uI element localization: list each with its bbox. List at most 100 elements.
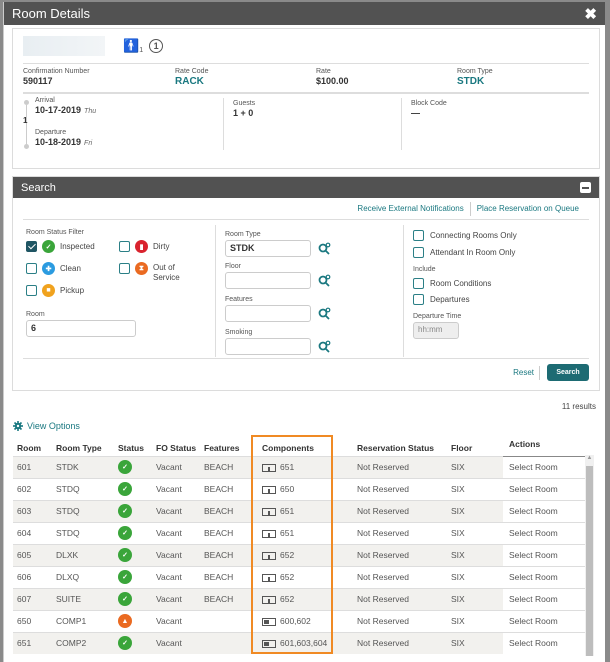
receive-external-notifications-link[interactable]: Receive External Notifications (357, 204, 463, 213)
floor-lookup-icon[interactable] (318, 274, 331, 287)
smoking-input[interactable] (225, 338, 311, 355)
col-status[interactable]: Status (118, 436, 156, 456)
room-number-link[interactable]: 605 (13, 543, 56, 566)
features-cell: BEACH (204, 565, 254, 588)
collapse-icon[interactable] (580, 182, 591, 193)
room-number-link[interactable]: 603 (13, 499, 56, 522)
room-type-label: Room Type (225, 231, 261, 238)
room-type-link[interactable]: COMP1 (56, 609, 118, 632)
select-room-link[interactable]: Select Room (503, 455, 586, 478)
results-scrollbar[interactable]: ▲ (585, 455, 594, 656)
inspected-checkbox[interactable] (26, 241, 37, 252)
features-input[interactable] (225, 305, 311, 322)
reset-button[interactable]: Reset (513, 368, 534, 377)
col-floor[interactable]: Floor (451, 436, 503, 456)
attendant-option[interactable]: Attendant In Room Only (413, 247, 515, 258)
select-room-link[interactable]: Select Room (503, 499, 586, 522)
components-cell: 652 (254, 565, 357, 588)
scroll-up-icon[interactable]: ▲ (585, 455, 594, 465)
connecting-rooms-option[interactable]: Connecting Rooms Only (413, 230, 517, 241)
select-room-link[interactable]: Select Room (503, 477, 586, 500)
select-room-link[interactable]: Select Room (503, 521, 586, 544)
room-type-lookup-icon[interactable] (318, 242, 331, 255)
room-type-link[interactable]: STDQ (56, 499, 118, 522)
col-components[interactable]: Components (254, 436, 357, 456)
room-number-link[interactable]: 651 (13, 631, 56, 654)
room-number-link[interactable]: 650 (13, 609, 56, 632)
select-room-link[interactable]: Select Room (503, 587, 586, 610)
fo-status-cell: Vacant (156, 587, 204, 610)
departures-checkbox[interactable] (413, 294, 424, 305)
out-of-service-checkbox[interactable] (119, 263, 130, 274)
room-type-link[interactable]: STDK (457, 76, 493, 87)
components-cell: 650 (254, 477, 357, 500)
attendant-label: Attendant In Room Only (430, 248, 516, 257)
status-cell: ✓ (118, 499, 156, 522)
room-type-link[interactable]: DLXK (56, 543, 118, 566)
status-filter-clean[interactable]: ✚ Clean (26, 262, 81, 275)
smoking-lookup-icon[interactable] (318, 340, 331, 353)
floor-input[interactable] (225, 272, 311, 289)
room-status-filter-label: Room Status Filter (26, 229, 84, 236)
select-room-link[interactable]: Select Room (503, 609, 586, 632)
connecting-rooms-checkbox[interactable] (413, 230, 424, 241)
scrollbar-thumb[interactable] (586, 466, 593, 656)
status-filter-out-of-service[interactable]: ⧗ Out of Service (119, 262, 193, 283)
room-type-link[interactable]: DLXQ (56, 565, 118, 588)
room-number-link[interactable]: 606 (13, 565, 56, 588)
pickup-label: Pickup (60, 286, 85, 295)
room-type-link[interactable]: STDK (56, 455, 118, 478)
floor-cell: SIX (451, 499, 503, 522)
col-reservation-status[interactable]: Reservation Status (357, 436, 451, 456)
room-type-link[interactable]: STDQ (56, 477, 118, 500)
status-filter-pickup[interactable]: ■ Pickup (26, 284, 84, 297)
divider (223, 98, 224, 150)
place-reservation-on-queue-link[interactable]: Place Reservation on Queue (477, 204, 579, 213)
select-room-link[interactable]: Select Room (503, 565, 586, 588)
floor-cell: SIX (451, 631, 503, 654)
view-options-link[interactable]: View Options (13, 421, 80, 431)
rate-code-link[interactable]: RACK (175, 76, 208, 87)
features-cell: BEACH (204, 521, 254, 544)
room-conditions-option[interactable]: Room Conditions (413, 278, 491, 289)
guest-count: 1 (139, 47, 144, 54)
components-cell: 651 (254, 521, 357, 544)
select-room-link[interactable]: Select Room (503, 631, 586, 654)
room-conditions-checkbox[interactable] (413, 278, 424, 289)
inspected-label: Inspected (60, 242, 95, 251)
clean-checkbox[interactable] (26, 263, 37, 274)
status-filter-dirty[interactable]: ▮ Dirty (119, 240, 169, 253)
close-icon[interactable]: ✖ (584, 5, 597, 23)
room-number-link[interactable]: 601 (13, 455, 56, 478)
col-features[interactable]: Features (204, 436, 254, 456)
col-actions: Actions (503, 436, 586, 457)
col-fo-status[interactable]: FO Status (156, 436, 204, 456)
attendant-checkbox[interactable] (413, 247, 424, 258)
status-cell: ✓ (118, 477, 156, 500)
arrival-date: 10-17-2019 (35, 105, 82, 115)
room-type-link[interactable]: SUITE (56, 587, 118, 610)
floor-cell: SIX (451, 565, 503, 588)
select-room-link[interactable]: Select Room (503, 543, 586, 566)
departure-time-input[interactable]: hh:mm (413, 322, 459, 339)
col-room-type[interactable]: Room Type (56, 436, 118, 456)
floor-cell: SIX (451, 521, 503, 544)
dirty-icon: ▮ (135, 240, 148, 253)
search-button[interactable]: Search (547, 364, 589, 381)
room-type-link[interactable]: COMP2 (56, 631, 118, 654)
components-cell: 651 (254, 499, 357, 522)
departures-option[interactable]: Departures (413, 294, 470, 305)
col-room[interactable]: Room (13, 436, 56, 456)
room-number-link[interactable]: 604 (13, 521, 56, 544)
floor-cell: SIX (451, 609, 503, 632)
table-row: 651 COMP2 ✓ Vacant 601,603,604 Not Reserved SI… (13, 631, 586, 654)
room-type-link[interactable]: STDQ (56, 521, 118, 544)
room-type-input[interactable]: STDK (225, 240, 311, 257)
room-number-link[interactable]: 607 (13, 587, 56, 610)
pickup-checkbox[interactable] (26, 285, 37, 296)
features-lookup-icon[interactable] (318, 307, 331, 320)
room-input[interactable]: 6 (26, 320, 136, 337)
dirty-checkbox[interactable] (119, 241, 130, 252)
room-number-link[interactable]: 602 (13, 477, 56, 500)
status-filter-inspected[interactable]: ✓ Inspected (26, 240, 95, 253)
